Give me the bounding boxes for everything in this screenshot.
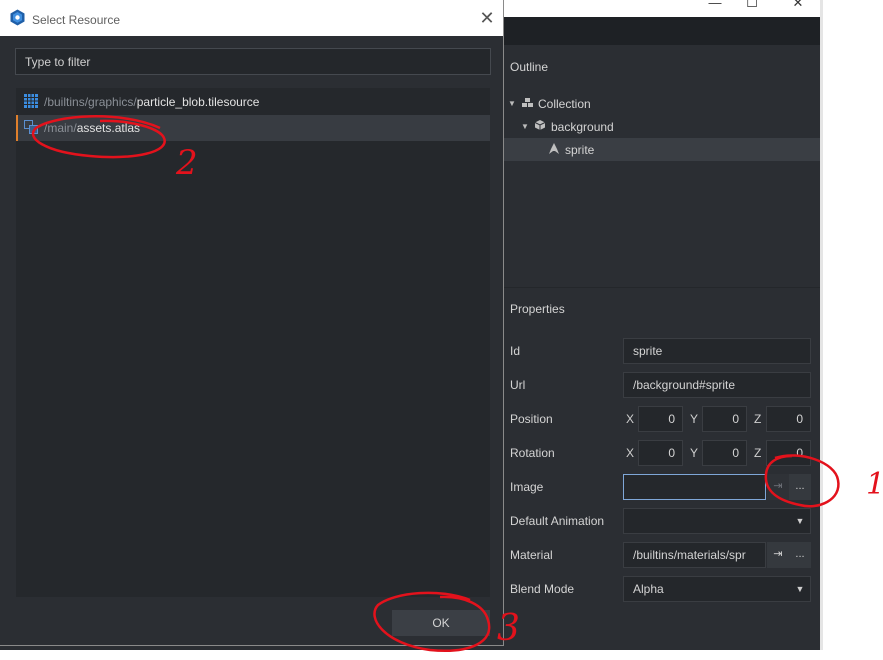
properties-panel: Properties Id sprite Url /background#spr… [503,287,820,650]
expand-arrow-icon[interactable]: ▼ [520,122,530,131]
position-z-field[interactable]: 0 [766,406,811,432]
rotation-y-field[interactable]: 0 [702,440,747,466]
image-goto-button[interactable]: ⇥ [767,474,789,500]
list-item-selected[interactable]: /main/ assets.atlas [16,115,490,141]
chevron-down-icon[interactable]: ▼ [789,576,811,602]
material-goto-button[interactable]: ⇥ [767,542,789,568]
material-label: Material [510,548,553,562]
rotation-y-label: Y [690,446,699,460]
image-browse-button[interactable]: ... [789,474,811,500]
resource-path: /builtins/graphics/ [44,95,137,109]
filter-input[interactable] [15,48,491,75]
atlas-icon [24,120,40,136]
expand-arrow-icon[interactable]: ▼ [507,99,517,108]
select-resource-dialog: Select Resource ✕ /builtins/graphics/ pa… [0,0,504,646]
minimize-button[interactable]: — [700,0,730,14]
url-label: Url [510,378,526,392]
default-animation-label: Default Animation [510,514,605,528]
outline-item-sprite[interactable]: sprite [503,138,820,161]
close-icon[interactable]: ✕ [476,9,498,29]
outline-item-label: background [551,119,614,134]
outline-item-background[interactable]: ▼ background [503,115,820,138]
image-label: Image [510,480,544,494]
rotation-x-label: X [626,446,635,460]
maximize-button[interactable]: ☐ [737,0,767,14]
dialog-titlebar: Select Resource ✕ [0,0,503,36]
resource-name: assets.atlas [76,121,141,135]
rotation-label: Rotation [510,446,555,460]
tilesource-icon [24,94,40,110]
goto-icon: ⇥ [773,480,783,492]
outline-panel: Outline ▼ Collection ▼ background sprite [503,45,820,285]
rotation-z-label: Z [754,446,762,460]
url-field[interactable]: /background#sprite [623,372,811,398]
dialog-title: Select Resource [32,13,121,27]
material-field[interactable]: /builtins/materials/spr [623,542,766,568]
properties-title: Properties [510,302,565,316]
game-object-icon [533,119,547,134]
close-window-button[interactable]: ✕ [783,0,813,14]
outline-item-label: sprite [565,142,595,157]
material-browse-button[interactable]: ... [789,542,811,568]
outline-item-collection[interactable]: ▼ Collection [503,92,820,115]
collection-icon [520,97,534,111]
list-item[interactable]: /builtins/graphics/ particle_blob.tileso… [16,89,490,115]
chevron-down-icon[interactable]: ▼ [789,508,811,534]
resource-list: /builtins/graphics/ particle_blob.tileso… [16,88,490,597]
blend-mode-label: Blend Mode [510,582,575,596]
annotation-mark-1: 1 [866,467,883,502]
rotation-x-field[interactable]: 0 [638,440,683,466]
id-field[interactable]: sprite [623,338,811,364]
image-field[interactable] [623,474,766,500]
id-label: Id [510,344,521,358]
sprite-icon [547,142,561,158]
blend-mode-select[interactable]: Alpha [623,576,811,602]
resource-path: /main/ [44,121,77,135]
position-z-label: Z [754,412,762,426]
goto-icon: ⇥ [773,548,783,560]
rotation-z-field[interactable]: 0 [766,440,811,466]
position-x-field[interactable]: 0 [638,406,683,432]
position-y-label: Y [690,412,699,426]
resource-name: particle_blob.tilesource [136,95,260,109]
default-animation-select[interactable] [623,508,811,534]
ok-button[interactable]: OK [392,610,490,636]
position-label: Position [510,412,553,426]
window-edge [820,0,823,650]
position-y-field[interactable]: 0 [702,406,747,432]
defold-logo-icon [9,9,26,26]
outline-item-label: Collection [538,96,591,111]
position-x-label: X [626,412,635,426]
outline-title: Outline [510,60,549,74]
